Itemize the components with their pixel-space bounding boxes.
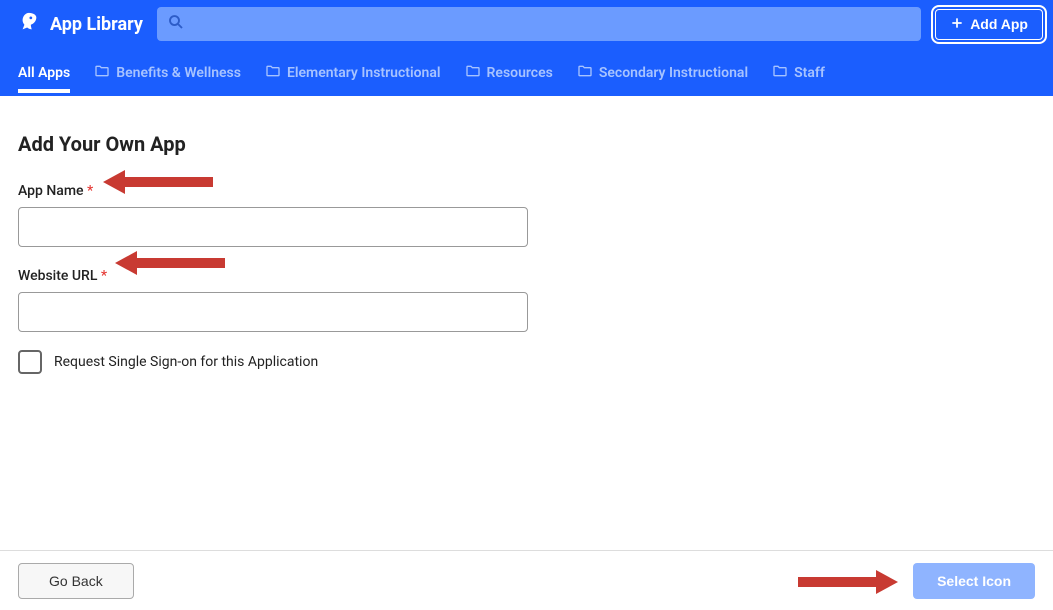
website-url-field-group: Website URL * xyxy=(18,265,1035,332)
required-asterisk: * xyxy=(87,183,93,199)
tab-all-apps[interactable]: All Apps xyxy=(18,51,70,93)
search-bar[interactable] xyxy=(157,7,921,41)
search-input[interactable] xyxy=(185,16,911,32)
search-icon xyxy=(167,13,185,35)
logo-area: App Library xyxy=(18,11,143,38)
category-tabs: All Apps Benefits & Wellness Elementary … xyxy=(0,48,1053,96)
app-name-label: App Name * xyxy=(18,183,93,199)
tab-label: Resources xyxy=(487,65,553,81)
folder-icon xyxy=(94,63,110,83)
page-title: Add Your Own App xyxy=(18,132,1035,156)
go-back-button[interactable]: Go Back xyxy=(18,563,134,599)
plus-icon xyxy=(950,16,964,33)
app-title: App Library xyxy=(50,14,143,35)
folder-icon xyxy=(772,63,788,83)
sso-checkbox-label: Request Single Sign-on for this Applicat… xyxy=(54,354,318,370)
sso-checkbox[interactable] xyxy=(18,350,42,374)
footer-bar: Go Back Select Icon xyxy=(0,550,1053,610)
tab-staff[interactable]: Staff xyxy=(772,49,825,95)
tab-label: Elementary Instructional xyxy=(287,65,441,81)
app-name-input[interactable] xyxy=(18,207,528,247)
tab-label: Secondary Instructional xyxy=(599,65,748,81)
website-url-label: Website URL * xyxy=(18,268,107,284)
add-app-button[interactable]: Add App xyxy=(935,9,1043,40)
select-icon-button[interactable]: Select Icon xyxy=(913,563,1035,599)
folder-icon xyxy=(265,63,281,83)
folder-icon xyxy=(465,63,481,83)
tab-secondary-instructional[interactable]: Secondary Instructional xyxy=(577,49,748,95)
tab-label: Benefits & Wellness xyxy=(116,65,241,81)
tab-benefits-wellness[interactable]: Benefits & Wellness xyxy=(94,49,241,95)
required-asterisk: * xyxy=(101,268,107,284)
tab-resources[interactable]: Resources xyxy=(465,49,553,95)
rocket-icon xyxy=(18,11,40,38)
sso-checkbox-row: Request Single Sign-on for this Applicat… xyxy=(18,350,1035,374)
tab-elementary-instructional[interactable]: Elementary Instructional xyxy=(265,49,441,95)
add-app-label: Add App xyxy=(970,16,1028,32)
tab-label: All Apps xyxy=(18,65,70,81)
app-name-field-group: App Name * xyxy=(18,180,1035,247)
top-header: App Library Add App xyxy=(0,0,1053,48)
tab-label: Staff xyxy=(794,65,825,81)
website-url-input[interactable] xyxy=(18,292,528,332)
website-url-label-text: Website URL xyxy=(18,268,97,284)
app-name-label-text: App Name xyxy=(18,183,84,199)
folder-icon xyxy=(577,63,593,83)
main-content: Add Your Own App App Name * Website URL … xyxy=(0,96,1053,374)
